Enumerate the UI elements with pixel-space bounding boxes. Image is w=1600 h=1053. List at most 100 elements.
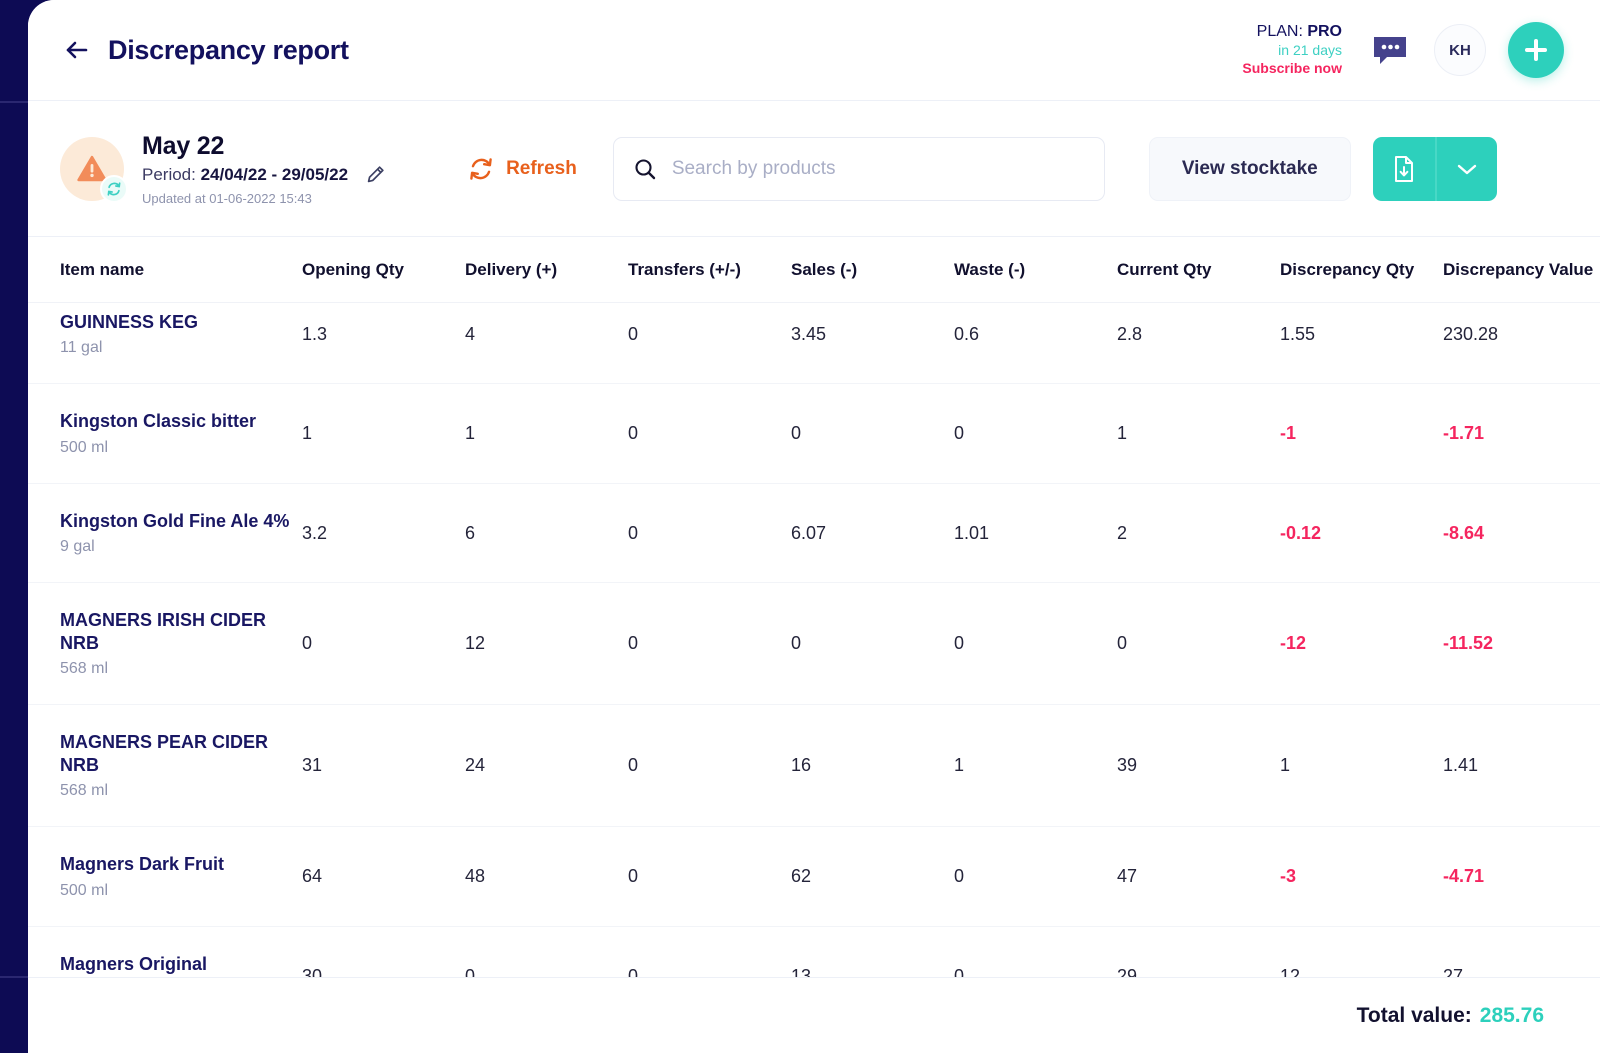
item-name-link[interactable]: GUINNESS KEG (60, 311, 294, 334)
refresh-button[interactable]: Refresh (468, 156, 577, 182)
item-size-label: 11 gal (60, 339, 103, 357)
table-row[interactable]: Magners Original500 ml3000130291227 (28, 926, 1600, 977)
table-row[interactable]: MAGNERS PEAR CIDER NRB 568 ml 31 24 0 16 1 39 1 1… (28, 704, 1600, 828)
avatar-initials: KH (1449, 41, 1471, 59)
search-input[interactable] (671, 157, 1084, 180)
export-dropdown-button[interactable] (1434, 136, 1497, 201)
export-button-group (1372, 136, 1497, 201)
cell-sales: 3.45 (791, 302, 954, 385)
item-name-link[interactable]: Kingston Classic bitter (60, 410, 294, 433)
plus-icon (1525, 39, 1547, 61)
cell-current-qty: 39 (1117, 704, 1280, 828)
item-size-label: 9 gal (60, 538, 95, 556)
cell-discrepancy-qty: 1.55 (1280, 302, 1443, 385)
search-box[interactable] (612, 136, 1105, 201)
table-footer: Total value: 285.76 (28, 977, 1600, 1053)
cell-current-qty: 47 (1117, 826, 1280, 927)
cell-transfers: 0 (628, 383, 791, 484)
back-button[interactable] (60, 33, 94, 67)
report-table-container[interactable]: Item name Opening Qty Delivery (+) Trans… (28, 237, 1600, 977)
cell-transfers: 0 (628, 582, 791, 706)
rail-divider-top (0, 101, 28, 103)
cell-current-qty: 2.8 (1117, 302, 1280, 385)
avatar[interactable]: KH (1434, 24, 1486, 76)
table-row[interactable]: Kingston Gold Fine Ale 4% 9 gal 3.2 6 0 6.07 1… (28, 483, 1600, 584)
cell-delivery: 4 (465, 302, 628, 385)
total-value-amount: 285.76 (1479, 1003, 1544, 1027)
table-row[interactable]: Kingston Classic bitter 500 ml 1 1 0 0 0 1 -1 -1.… (28, 383, 1600, 484)
column-header-delivery[interactable]: Delivery (+) (465, 237, 628, 303)
column-header-transfers[interactable]: Transfers (+/-) (628, 237, 791, 303)
report-updated-at: Updated at 01-06-2022 15:43 (142, 190, 312, 206)
left-rail (0, 0, 28, 1053)
item-name-link[interactable]: Magners Original (60, 953, 294, 976)
chat-button[interactable] (1372, 34, 1408, 66)
column-header-sales[interactable]: Sales (-) (791, 237, 954, 303)
warning-triangle-icon (77, 155, 107, 182)
cell-discrepancy-value: -4.71 (1443, 826, 1600, 927)
edit-period-button[interactable] (364, 164, 386, 186)
plan-days: in 21 days (1278, 42, 1342, 59)
arrow-left-icon (66, 41, 88, 59)
cell-discrepancy-value: 1.41 (1443, 704, 1600, 828)
app-root: Discrepancy report PLAN: PRO in 21 days … (0, 0, 1600, 1053)
cell-discrepancy-value: -11.52 (1443, 582, 1600, 706)
cell-delivery: 12 (465, 582, 628, 706)
plan-info: PLAN: PRO in 21 days Subscribe now (1242, 22, 1342, 78)
export-button[interactable] (1372, 136, 1435, 201)
item-name-link[interactable]: MAGNERS IRISH CIDER NRB (60, 609, 294, 654)
item-name-link[interactable]: MAGNERS PEAR CIDER NRB (60, 731, 294, 776)
add-button[interactable] (1508, 22, 1564, 78)
cell-discrepancy-qty: 12 (1280, 926, 1443, 977)
cell-waste: 1.01 (954, 483, 1117, 584)
cell-discrepancy-value: 230.28 (1443, 302, 1600, 385)
table-row[interactable]: GUINNESS KEG 11 gal 1.3 4 0 3.45 0.6 2.8 1.55 230… (28, 302, 1600, 385)
cell-discrepancy-qty: -0.12 (1280, 483, 1443, 584)
cell-delivery: 6 (465, 483, 628, 584)
table-body: GUINNESS KEG 11 gal 1.3 4 0 3.45 0.6 2.8 1.55 230… (28, 302, 1600, 977)
column-header-current[interactable]: Current Qty (1117, 237, 1280, 303)
report-month-title: May 22 (142, 131, 225, 160)
cell-delivery: 48 (465, 826, 628, 927)
view-stocktake-button[interactable]: View stocktake (1148, 136, 1351, 201)
cell-discrepancy-value: -8.64 (1443, 483, 1600, 584)
cell-delivery: 24 (465, 704, 628, 828)
content-panel: Discrepancy report PLAN: PRO in 21 days … (28, 0, 1600, 1053)
cell-opening-qty: 0 (302, 582, 465, 706)
cell-sales: 13 (791, 926, 954, 977)
cell-opening-qty: 30 (302, 926, 465, 977)
cell-waste: 0.6 (954, 302, 1117, 385)
column-header-disc-qty[interactable]: Discrepancy Qty (1280, 237, 1443, 303)
chevron-down-icon (1457, 164, 1476, 174)
item-name-link[interactable]: Kingston Gold Fine Ale 4% (60, 510, 294, 533)
table-header-row: Item name Opening Qty Delivery (+) Trans… (28, 237, 1600, 303)
cell-discrepancy-qty: -1 (1280, 383, 1443, 484)
subscribe-now-link[interactable]: Subscribe now (1242, 60, 1342, 78)
item-name-link[interactable]: Magners Dark Fruit (60, 853, 294, 876)
cell-discrepancy-qty: -12 (1280, 582, 1443, 706)
cell-transfers: 0 (628, 926, 791, 977)
cell-discrepancy-qty: -3 (1280, 826, 1443, 927)
column-header-disc-value[interactable]: Discrepancy Value (1443, 237, 1600, 303)
column-header-opening[interactable]: Opening Qty (302, 237, 465, 303)
cell-waste: 0 (954, 383, 1117, 484)
status-refresh-badge (100, 174, 128, 203)
cell-sales: 16 (791, 704, 954, 828)
plan-name: PRO (1307, 22, 1342, 40)
cell-opening-qty: 1 (302, 383, 465, 484)
report-period: Period: 24/04/22 - 29/05/22 (142, 165, 348, 185)
cell-sales: 0 (791, 582, 954, 706)
cell-sales: 6.07 (791, 483, 954, 584)
cell-transfers: 0 (628, 704, 791, 828)
cell-discrepancy-value: 27 (1443, 926, 1600, 977)
period-label: Period: (142, 164, 201, 184)
column-header-waste[interactable]: Waste (-) (954, 237, 1117, 303)
cell-opening-qty: 31 (302, 704, 465, 828)
column-header-item-name[interactable]: Item name (28, 237, 302, 303)
cell-waste: 0 (954, 826, 1117, 927)
cell-current-qty: 2 (1117, 483, 1280, 584)
table-row[interactable]: MAGNERS IRISH CIDER NRB 568 ml 0 12 0 0 0 0 -12-… (28, 582, 1600, 706)
cell-current-qty: 29 (1117, 926, 1280, 977)
refresh-icon (470, 157, 492, 180)
table-row[interactable]: Magners Dark Fruit 500 ml 64 48 0 62 0 47 -3 -4.7… (28, 826, 1600, 927)
